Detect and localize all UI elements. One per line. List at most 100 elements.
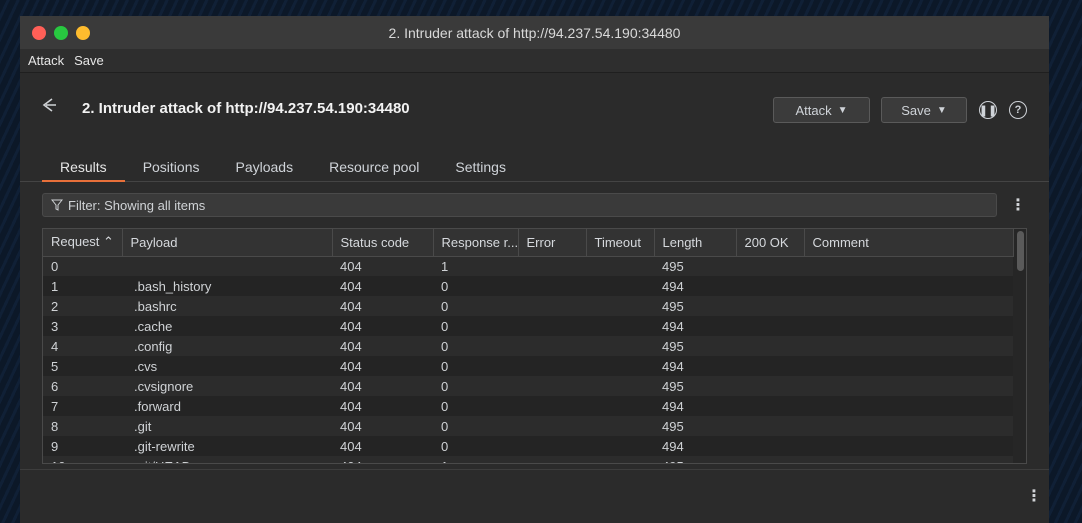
tab-resource-pool[interactable]: Resource pool	[311, 159, 437, 182]
table-cell	[586, 336, 654, 356]
table-cell	[518, 376, 586, 396]
attack-title: 2. Intruder attack of http://94.237.54.1…	[82, 100, 410, 117]
column-header-status-code[interactable]: Status code	[332, 229, 434, 257]
table-cell: 9	[43, 436, 122, 456]
table-row[interactable]: 0 404 1 495	[43, 256, 1013, 276]
table-row[interactable]: 8 .git 404 0 495	[43, 416, 1013, 436]
results-table-container: Request ⌃ Payload Status code Response r…	[42, 228, 1027, 464]
table-cell	[586, 356, 654, 376]
save-dropdown-button[interactable]: Save ▼	[881, 97, 967, 123]
table-cell	[518, 416, 586, 436]
table-cell: 10	[43, 456, 122, 463]
table-cell	[736, 296, 804, 316]
table-cell: 2	[43, 296, 122, 316]
help-icon[interactable]: ?	[1009, 101, 1027, 119]
column-header-length[interactable]: Length	[654, 229, 737, 257]
title-bar: 2. Intruder attack of http://94.237.54.1…	[20, 16, 1049, 49]
table-row[interactable]: 3 .cache 404 0 494	[43, 316, 1013, 336]
table-cell	[804, 396, 1013, 416]
table-cell	[736, 276, 804, 296]
table-vertical-scrollbar[interactable]	[1017, 231, 1024, 271]
table-cell: .cvsignore	[122, 376, 332, 396]
table-cell	[736, 396, 804, 416]
menu-bar: Attack Save	[20, 49, 1049, 73]
column-header-comment[interactable]: Comment	[804, 229, 1014, 257]
table-cell: 7	[43, 396, 122, 416]
table-row[interactable]: 7 .forward 404 0 494	[43, 396, 1013, 416]
table-cell: .git	[122, 416, 332, 436]
column-header-response-received[interactable]: Response r...	[433, 229, 519, 257]
attack-tabs: Results Positions Payloads Resource pool…	[20, 159, 1049, 182]
column-header-200-ok[interactable]: 200 OK	[736, 229, 805, 257]
table-cell: 404	[332, 316, 433, 336]
menu-attack[interactable]: Attack	[28, 53, 64, 68]
table-cell	[804, 416, 1013, 436]
table-row[interactable]: 4 .config 404 0 495	[43, 336, 1013, 356]
table-cell	[736, 356, 804, 376]
table-cell: .config	[122, 336, 332, 356]
table-cell: 494	[654, 356, 736, 376]
panel-options-kebab-icon[interactable]: ⋮	[1026, 488, 1042, 505]
tab-positions[interactable]: Positions	[125, 159, 218, 182]
table-cell: 0	[433, 316, 518, 336]
table-cell: 404	[332, 436, 433, 456]
table-cell	[586, 456, 654, 463]
table-cell	[586, 296, 654, 316]
table-cell	[518, 316, 586, 336]
table-cell	[586, 416, 654, 436]
filter-options-kebab-icon[interactable]: ⋮	[1010, 197, 1026, 214]
column-header-payload[interactable]: Payload	[122, 229, 333, 257]
table-cell: 404	[332, 456, 433, 463]
table-cell	[518, 356, 586, 376]
table-row[interactable]: 6 .cvsignore 404 0 495	[43, 376, 1013, 396]
tab-payloads[interactable]: Payloads	[218, 159, 312, 182]
maximize-window-button[interactable]	[54, 26, 68, 40]
close-window-button[interactable]	[32, 26, 46, 40]
table-cell: 495	[654, 296, 736, 316]
table-header-row: Request ⌃ Payload Status code Response r…	[43, 229, 1014, 257]
intruder-window: 2. Intruder attack of http://94.237.54.1…	[20, 16, 1049, 523]
table-cell: .forward	[122, 396, 332, 416]
table-row[interactable]: 10.git/HEAD4041 495	[43, 456, 1013, 463]
table-cell	[518, 256, 586, 276]
table-row[interactable]: 2 .bashrc 404 0 495	[43, 296, 1013, 316]
column-header-request[interactable]: Request ⌃	[43, 229, 123, 257]
attack-dropdown-button[interactable]: Attack ▼	[773, 97, 870, 123]
table-cell	[736, 436, 804, 456]
filter-bar[interactable]: Filter: Showing all items	[42, 193, 997, 217]
window-controls	[32, 26, 90, 40]
table-cell: .bashrc	[122, 296, 332, 316]
table-cell: .bash_history	[122, 276, 332, 296]
tab-settings[interactable]: Settings	[437, 159, 524, 182]
column-header-error[interactable]: Error	[518, 229, 587, 257]
table-row[interactable]: 5 .cvs 404 0 494	[43, 356, 1013, 376]
minimize-window-button[interactable]	[76, 26, 90, 40]
table-cell	[586, 376, 654, 396]
pause-icon[interactable]: ❚❚	[979, 101, 997, 119]
table-cell	[804, 296, 1013, 316]
table-cell: 404	[332, 276, 433, 296]
tab-results[interactable]: Results	[42, 159, 125, 182]
table-cell	[804, 316, 1013, 336]
table-row[interactable]: 1 .bash_history 404 0 494	[43, 276, 1013, 296]
column-header-timeout[interactable]: Timeout	[586, 229, 655, 257]
table-cell: 1	[433, 256, 518, 276]
table-cell: 0	[433, 396, 518, 416]
table-cell	[804, 256, 1013, 276]
table-cell: 494	[654, 316, 736, 336]
table-cell: 494	[654, 276, 736, 296]
table-cell: 0	[433, 376, 518, 396]
back-arrow-icon[interactable]	[40, 96, 58, 114]
chevron-down-icon: ▼	[936, 104, 947, 116]
menu-save[interactable]: Save	[74, 53, 104, 68]
table-cell: 404	[332, 296, 433, 316]
table-cell	[804, 276, 1013, 296]
table-cell	[586, 436, 654, 456]
table-cell	[518, 276, 586, 296]
table-cell	[586, 316, 654, 336]
table-row[interactable]: 9 .git-rewrite 404 0 494	[43, 436, 1013, 456]
filter-icon	[51, 199, 63, 211]
table-cell	[804, 336, 1013, 356]
table-cell	[122, 256, 332, 276]
table-cell	[804, 436, 1013, 456]
